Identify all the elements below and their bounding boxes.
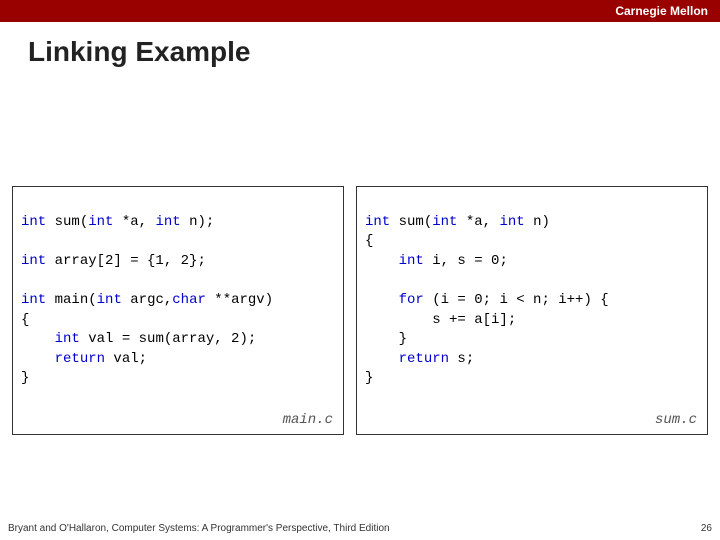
code-text: val; [105,351,147,367]
code-text: **argv) [206,292,273,308]
code-text: *a, [113,214,155,230]
footer: Bryant and O'Hallaron, Computer Systems:… [8,523,712,534]
code-text [21,331,55,347]
kw-int: int [399,253,424,269]
filename-label: sum.c [655,411,697,431]
code-text: val = sum(array, 2); [80,331,256,347]
kw-char: char [172,292,206,308]
code-text: sum( [390,214,432,230]
page-number: 26 [701,523,712,534]
code-text: array[2] = {1, 2}; [46,253,206,269]
code-text [365,253,399,269]
kw-return: return [399,351,449,367]
code-text: } [365,331,407,347]
code-text: i, s = 0; [424,253,508,269]
code-text: *a, [457,214,499,230]
code-text: n) [525,214,550,230]
code-text: { [365,233,373,249]
header-bar: Carnegie Mellon [0,0,720,22]
code-text: s += a[i]; [365,312,516,328]
code-box-sum: int sum(int *a, int n) { int i, s = 0; f… [356,186,708,435]
code-text: } [365,370,373,386]
code-text [365,292,399,308]
kw-int: int [21,292,46,308]
code-text: main( [46,292,96,308]
code-row: int sum(int *a, int n); int array[2] = {… [0,186,720,435]
code-text: } [21,370,29,386]
kw-int: int [55,331,80,347]
kw-for: for [399,292,424,308]
kw-int: int [97,292,122,308]
kw-int: int [499,214,524,230]
code-text: s; [449,351,474,367]
filename-label: main.c [283,411,333,431]
code-text: sum( [46,214,88,230]
code-text: { [21,312,29,328]
kw-int: int [432,214,457,230]
kw-int: int [21,253,46,269]
kw-int: int [21,214,46,230]
kw-int: int [365,214,390,230]
footer-citation: Bryant and O'Hallaron, Computer Systems:… [8,523,390,534]
kw-int: int [155,214,180,230]
header-org: Carnegie Mellon [615,4,708,18]
code-text [365,351,399,367]
code-text [21,351,55,367]
code-text: argc, [122,292,172,308]
slide-title: Linking Example [0,22,720,68]
code-box-main: int sum(int *a, int n); int array[2] = {… [12,186,344,435]
code-text: n); [181,214,215,230]
kw-return: return [55,351,105,367]
kw-int: int [88,214,113,230]
code-text: (i = 0; i < n; i++) { [424,292,609,308]
